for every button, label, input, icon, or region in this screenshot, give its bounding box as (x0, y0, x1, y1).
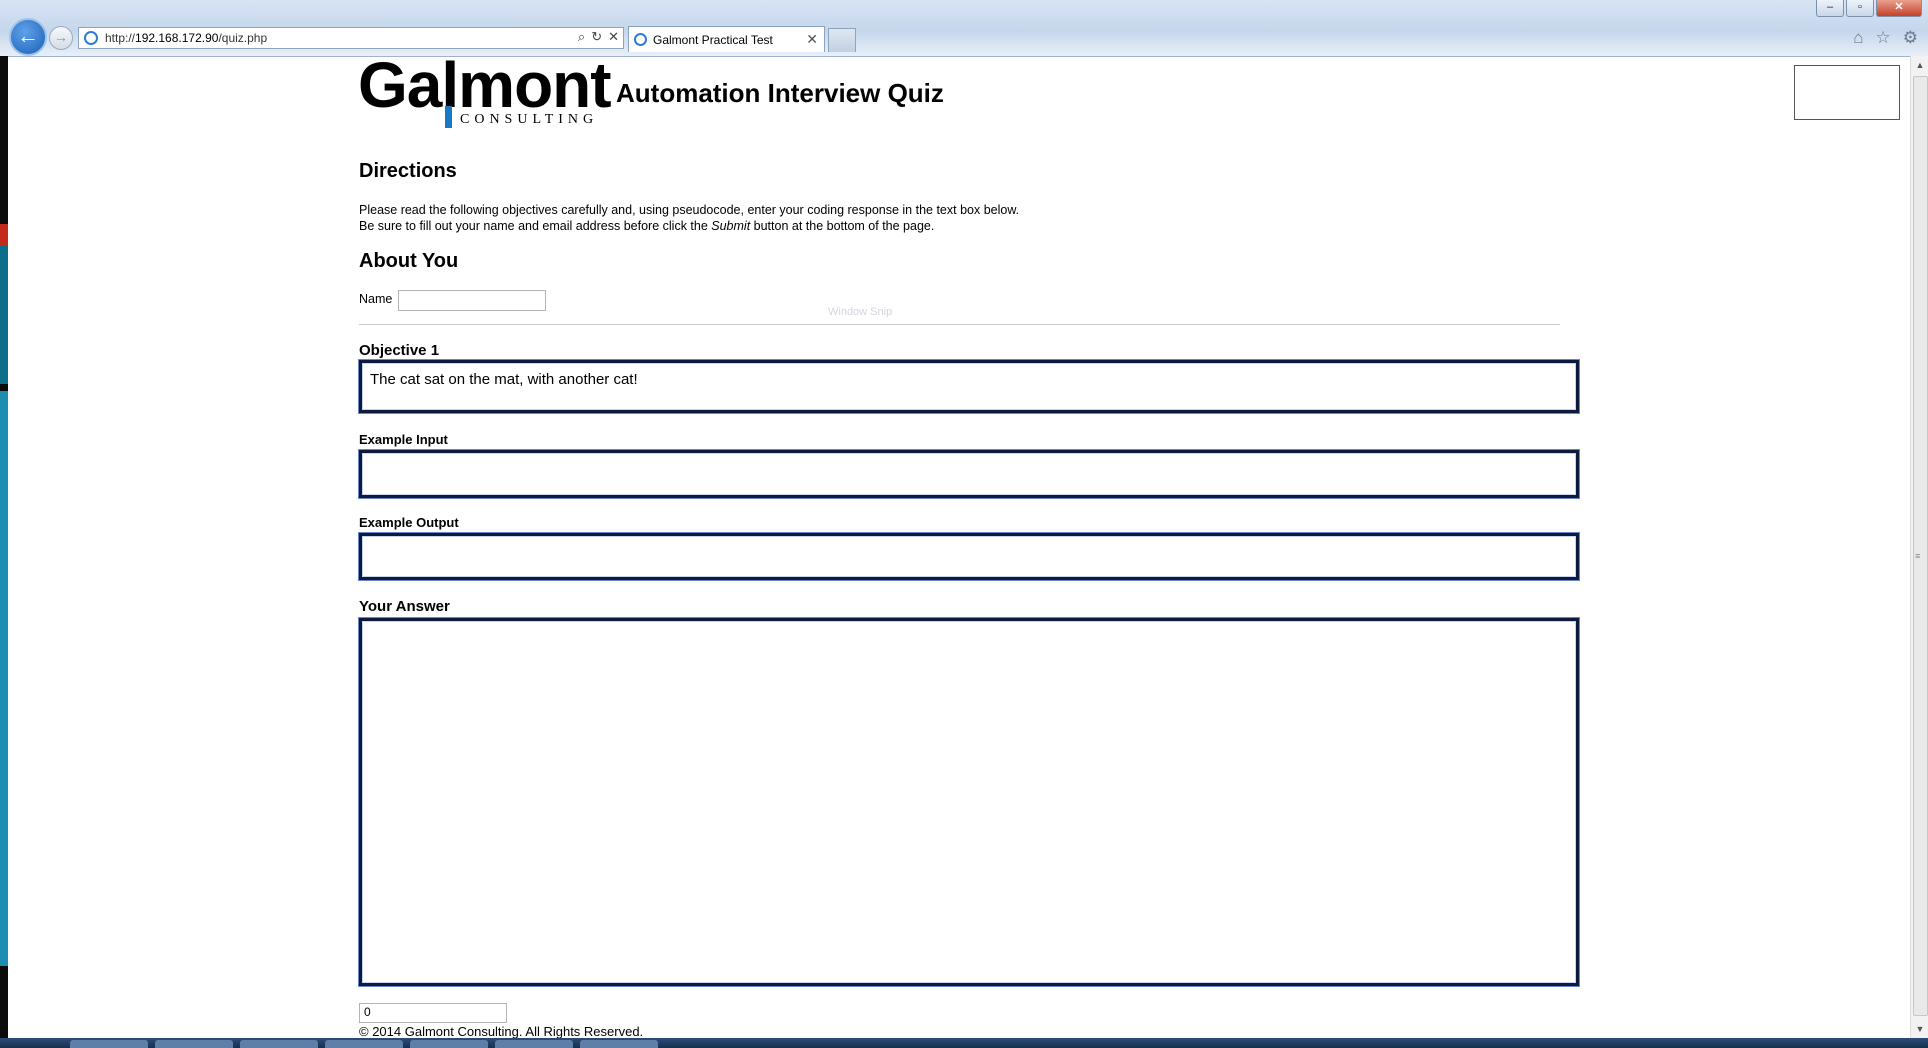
search-icon[interactable]: ⌕ (578, 29, 585, 45)
logo-wordmark: Galmont (358, 49, 612, 121)
directions-line-2-a: Be sure to fill out your name and email … (359, 219, 712, 233)
name-input[interactable] (398, 290, 546, 311)
section-divider (359, 324, 1560, 325)
galmont-logo: Galmont CONSULTING (358, 49, 612, 130)
maximize-button[interactable]: ▫ (1846, 0, 1874, 17)
counter-field[interactable]: 0 (359, 1003, 507, 1023)
back-button[interactable]: ← (9, 18, 47, 56)
address-url[interactable]: http://192.168.172.90/quiz.php (105, 31, 267, 45)
settings-icon[interactable]: ⚙ (1903, 28, 1918, 48)
home-icon[interactable]: ⌂ (1853, 28, 1863, 48)
your-answer-label: Your Answer (359, 598, 450, 615)
directions-line-1: Please read the following objectives car… (359, 203, 1020, 217)
example-input-label: Example Input (359, 432, 448, 447)
directions-text: Please read the following objectives car… (359, 202, 1019, 234)
name-label: Name (359, 292, 393, 306)
desktop-edge-teal (0, 391, 8, 966)
desktop-edge-red (0, 224, 8, 246)
taskbar-item[interactable] (325, 1040, 403, 1048)
example-input-textbox[interactable] (358, 449, 1580, 499)
taskbar (0, 1038, 1928, 1048)
copyright-footer: © 2014 Galmont Consulting. All Rights Re… (359, 1024, 644, 1039)
new-tab-button[interactable] (828, 28, 856, 52)
directions-line-2-b: button at the bottom of the page. (750, 219, 935, 233)
window-controls: – ▫ ✕ (1816, 0, 1922, 17)
objective-label: Objective 1 (359, 342, 440, 359)
scroll-grip-icon: ≡ (1915, 551, 1921, 561)
about-you-heading: About You (359, 250, 459, 272)
taskbar-item[interactable] (495, 1040, 573, 1048)
page-title: Automation Interview Quiz (616, 78, 944, 108)
taskbar-item[interactable] (580, 1040, 658, 1048)
logo-subtitle: CONSULTING (460, 112, 599, 127)
favorites-icon[interactable]: ☆ (1876, 28, 1891, 48)
empty-box (1794, 65, 1900, 120)
ie-page-icon (84, 31, 98, 45)
vertical-scrollbar[interactable]: ▲ ≡ ▼ (1910, 56, 1928, 1038)
tab-galmont-practical-test[interactable]: Galmont Practical Test ✕ (628, 26, 825, 52)
browser-right-tools: ⌂ ☆ ⚙ (1853, 28, 1918, 48)
ie-tab-icon (634, 33, 647, 46)
example-output-textbox[interactable] (358, 532, 1580, 581)
your-answer-textarea[interactable] (358, 617, 1580, 987)
refresh-icon[interactable]: ↻ (591, 29, 602, 45)
address-bar[interactable]: http://192.168.172.90/quiz.php ⌕ ↻ ✕ (78, 27, 624, 49)
browser-chrome: – ▫ ✕ ← → http://192.168.172.90/quiz.php… (0, 0, 1928, 57)
scroll-down-arrow-icon[interactable]: ▼ (1911, 1020, 1928, 1038)
example-output-label: Example Output (359, 515, 459, 530)
tab-title: Galmont Practical Test (653, 33, 773, 47)
desktop-edge-accent (0, 224, 8, 384)
address-tools: ⌕ ↻ ✕ (578, 29, 619, 45)
taskbar-item[interactable] (155, 1040, 233, 1048)
close-tab-icon[interactable]: ✕ (806, 31, 818, 48)
taskbar-item[interactable] (410, 1040, 488, 1048)
stop-icon[interactable]: ✕ (608, 29, 619, 45)
submit-emphasis: Submit (711, 219, 751, 233)
desktop-edge (0, 56, 8, 1038)
logo-accent-bar (445, 106, 452, 128)
taskbar-item[interactable] (70, 1040, 148, 1048)
directions-heading: Directions (359, 160, 457, 182)
minimize-button[interactable]: – (1816, 0, 1844, 17)
scroll-thumb[interactable] (1913, 76, 1928, 1016)
forward-button[interactable]: → (49, 26, 73, 50)
taskbar-item[interactable] (240, 1040, 318, 1048)
objective-textbox[interactable]: The cat sat on the mat, with another cat… (358, 359, 1580, 414)
scroll-up-arrow-icon[interactable]: ▲ (1911, 56, 1928, 74)
close-window-button[interactable]: ✕ (1876, 0, 1922, 17)
window-snip-overlay: Window Snip (828, 306, 893, 318)
